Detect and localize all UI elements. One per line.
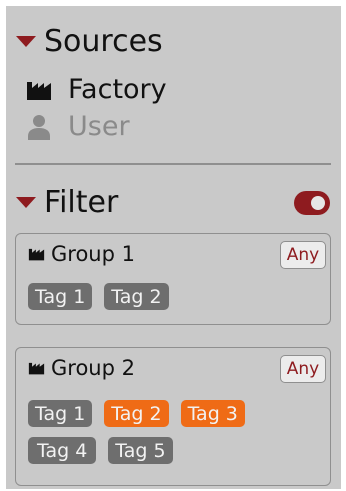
- collapse-triangle-icon[interactable]: [16, 36, 36, 47]
- tag-chip[interactable]: Tag 2: [104, 283, 169, 310]
- section-divider: [15, 163, 331, 165]
- tag-chip[interactable]: Tag 4: [28, 437, 97, 464]
- tag-chip[interactable]: Tag 5: [108, 437, 173, 464]
- filter-toggle[interactable]: [294, 191, 330, 215]
- tag-chip-selected[interactable]: Tag 3: [180, 400, 245, 427]
- toggle-knob: [311, 196, 325, 210]
- tag-chip[interactable]: Tag 1: [28, 400, 93, 427]
- sources-title: Sources: [44, 24, 163, 59]
- any-button[interactable]: Any: [280, 241, 326, 269]
- sources-filter-panel: Sources Factory User Filter Group 1 Any …: [6, 6, 341, 489]
- sources-header[interactable]: Sources: [16, 24, 163, 59]
- filter-group-2: Group 2 Any Tag 1 Tag 2 Tag 3 Tag 4 Tag …: [15, 347, 331, 486]
- filter-group-1: Group 1 Any Tag 1 Tag 2: [15, 233, 331, 325]
- source-item-label: User: [68, 111, 130, 142]
- source-item-label: Factory: [68, 74, 167, 105]
- factory-icon: [28, 242, 45, 266]
- user-icon: [26, 114, 52, 140]
- source-item-factory[interactable]: Factory: [26, 74, 167, 105]
- collapse-triangle-icon[interactable]: [16, 197, 36, 208]
- filter-header[interactable]: Filter: [16, 185, 118, 220]
- source-item-user[interactable]: User: [26, 111, 130, 142]
- group-title: Group 1: [28, 242, 135, 266]
- tag-list: Tag 1 Tag 2 Tag 3 Tag 4 Tag 5: [28, 400, 278, 464]
- tag-chip-selected[interactable]: Tag 2: [104, 400, 169, 427]
- any-button[interactable]: Any: [280, 355, 326, 383]
- group-title: Group 2: [28, 356, 135, 380]
- group-title-label: Group 2: [51, 356, 135, 380]
- tag-list: Tag 1 Tag 2: [28, 283, 169, 310]
- factory-icon: [28, 356, 45, 380]
- factory-icon: [26, 77, 52, 103]
- tag-chip[interactable]: Tag 1: [28, 283, 93, 310]
- group-title-label: Group 1: [51, 242, 135, 266]
- filter-title: Filter: [44, 185, 119, 220]
